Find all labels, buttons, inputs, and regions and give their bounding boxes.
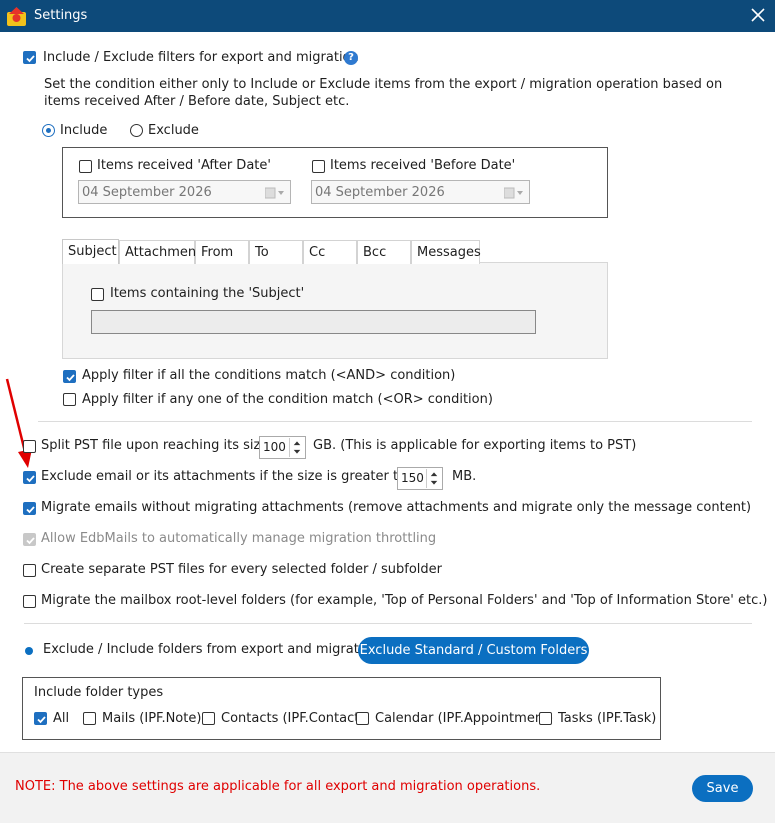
or-condition-checkbox[interactable]: [63, 393, 76, 406]
footer-note: NOTE: The above settings are applicable …: [15, 779, 541, 794]
subject-input[interactable]: [91, 310, 536, 334]
folders-exclude-label: Exclude / Include folders from export an…: [43, 642, 379, 657]
tab-cc[interactable]: Cc: [303, 240, 357, 264]
before-date-picker[interactable]: 04 September 2026: [311, 180, 530, 204]
split-pst-unit-label: GB. (This is applicable for exporting it…: [313, 438, 637, 453]
folder-type-tasks-checkbox[interactable]: [539, 712, 552, 725]
exclude-radio-label: Exclude: [148, 123, 199, 138]
throttling-label: Allow EdbMails to automatically manage m…: [41, 531, 437, 546]
split-pst-checkbox[interactable]: [23, 440, 36, 453]
after-date-value: 04 September 2026: [82, 185, 212, 200]
exclude-size-checkbox[interactable]: [23, 471, 36, 484]
folder-type-calendar-checkbox[interactable]: [356, 712, 369, 725]
folder-type-contacts-label: Contacts (IPF.Contact): [221, 711, 365, 726]
exclude-radio[interactable]: [130, 124, 143, 137]
tab-bcc[interactable]: Bcc: [357, 240, 411, 264]
divider: [38, 421, 752, 422]
and-condition-label: Apply filter if all the conditions match…: [82, 368, 456, 383]
exclude-size-unit-label: MB.: [452, 469, 477, 484]
after-date-checkbox[interactable]: [79, 160, 92, 173]
tab-attachment[interactable]: Attachment: [119, 240, 201, 264]
exclude-size-value: 150: [401, 471, 424, 485]
folder-types-title: Include folder types: [34, 685, 164, 700]
after-date-picker[interactable]: 04 September 2026: [78, 180, 291, 204]
subject-checkbox-label: Items containing the 'Subject': [110, 286, 305, 301]
calendar-dropdown-icon: [265, 187, 284, 199]
separate-pst-checkbox[interactable]: [23, 564, 36, 577]
before-date-value: 04 September 2026: [315, 185, 445, 200]
root-folders-label: Migrate the mailbox root-level folders (…: [41, 593, 768, 608]
include-radio-label: Include: [60, 123, 108, 138]
before-date-label: Items received 'Before Date': [330, 158, 516, 173]
tab-to[interactable]: To: [249, 240, 303, 264]
spinner-arrows-icon[interactable]: [289, 438, 304, 457]
tab-subject[interactable]: Subject: [62, 239, 119, 264]
exclude-size-stepper[interactable]: 150: [397, 467, 443, 490]
close-icon[interactable]: [748, 5, 768, 25]
divider: [24, 623, 752, 624]
split-pst-size-value: 100: [263, 440, 286, 454]
folder-type-mails-label: Mails (IPF.Note): [102, 711, 202, 726]
window-title: Settings: [34, 8, 88, 23]
split-pst-size-stepper[interactable]: 100: [259, 436, 306, 459]
tab-from[interactable]: From: [195, 240, 249, 264]
exclude-folders-button[interactable]: Exclude Standard / Custom Folders: [358, 637, 589, 664]
exclude-size-label: Exclude email or its attachments if the …: [41, 469, 423, 484]
or-condition-label: Apply filter if any one of the condition…: [82, 392, 493, 407]
no-attachments-label: Migrate emails without migrating attachm…: [41, 500, 752, 515]
help-icon[interactable]: ?: [344, 51, 358, 65]
save-button[interactable]: Save: [692, 775, 753, 802]
separate-pst-label: Create separate PST files for every sele…: [41, 562, 442, 577]
folder-type-calendar-label: Calendar (IPF.Appointment): [375, 711, 554, 726]
filters-description: Set the condition either only to Include…: [44, 77, 723, 109]
folder-type-mails-checkbox[interactable]: [83, 712, 96, 725]
folder-type-all-checkbox[interactable]: [34, 712, 47, 725]
root-folders-checkbox[interactable]: [23, 595, 36, 608]
bullet-icon: [25, 647, 33, 655]
folder-type-all-label: All: [53, 711, 70, 726]
tab-messages[interactable]: Messages: [411, 240, 481, 264]
folder-type-contacts-checkbox[interactable]: [202, 712, 215, 725]
no-attachments-checkbox[interactable]: [23, 502, 36, 515]
subject-checkbox[interactable]: [91, 288, 104, 301]
app-logo-icon: [7, 7, 26, 26]
throttling-checkbox: [23, 533, 36, 546]
split-pst-label: Split PST file upon reaching its size: [41, 438, 269, 453]
filters-enable-label: Include / Exclude filters for export and…: [43, 50, 359, 65]
folder-type-tasks-label: Tasks (IPF.Task): [558, 711, 657, 726]
after-date-label: Items received 'After Date': [97, 158, 271, 173]
include-radio[interactable]: [42, 124, 55, 137]
before-date-checkbox[interactable]: [312, 160, 325, 173]
annotation-arrow-icon: [5, 378, 32, 468]
calendar-dropdown-icon: [504, 187, 523, 199]
spinner-arrows-icon[interactable]: [426, 469, 441, 488]
and-condition-checkbox[interactable]: [63, 370, 76, 383]
title-bar: Settings: [0, 0, 775, 32]
filters-enable-checkbox[interactable]: [23, 51, 36, 64]
